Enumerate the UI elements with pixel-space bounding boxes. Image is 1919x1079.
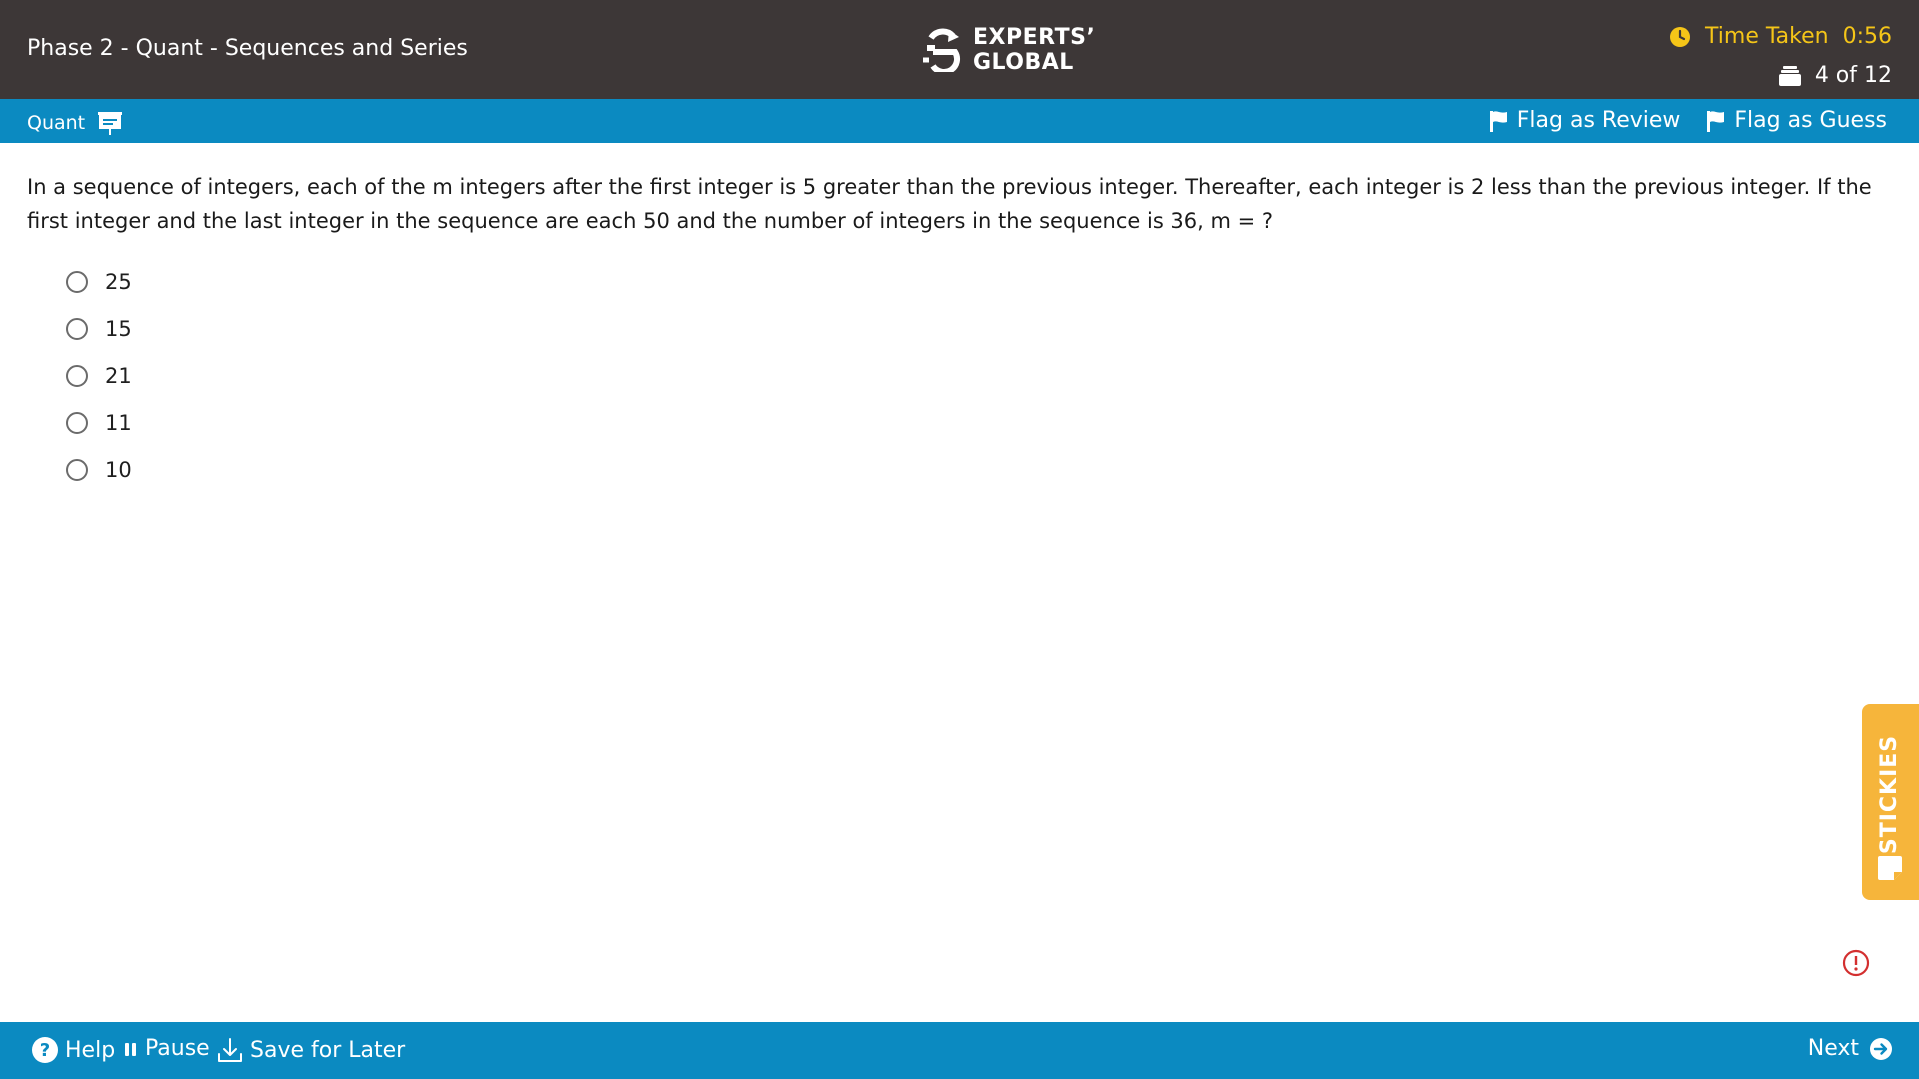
question-progress: 4 of 12 — [1778, 63, 1892, 88]
presentation-board-icon[interactable] — [97, 110, 123, 136]
answer-option[interactable]: 10 — [66, 446, 132, 493]
save-for-later-button[interactable]: Save for Later — [216, 1036, 405, 1064]
radio-button[interactable] — [66, 458, 88, 481]
timer-value: 0:56 — [1842, 24, 1892, 49]
progress-value: 4 of 12 — [1814, 63, 1892, 88]
help-button[interactable]: ? Help — [31, 1036, 115, 1064]
answer-option[interactable]: 15 — [66, 305, 132, 352]
radio-button[interactable] — [66, 270, 88, 293]
flag-as-guess-label: Flag as Guess — [1734, 108, 1887, 133]
pause-button[interactable]: Pause — [123, 1036, 210, 1061]
report-issue-icon[interactable] — [1842, 949, 1870, 977]
flag-as-review-button[interactable]: Flag as Review — [1489, 108, 1681, 133]
clock-icon — [1670, 26, 1691, 47]
answer-option[interactable]: 21 — [66, 352, 132, 399]
arrow-right-circle-icon — [1870, 1037, 1892, 1060]
answer-option[interactable]: 11 — [66, 399, 132, 446]
stickies-label: STICKIES — [1877, 734, 1903, 854]
answer-option-label: 11 — [105, 410, 132, 435]
page-title: Phase 2 - Quant - Sequences and Series — [27, 36, 468, 61]
flag-controls: Flag as Review Flag as Guess — [1463, 108, 1887, 133]
next-button[interactable]: Next — [1808, 1036, 1893, 1061]
section-label: Quant — [27, 112, 86, 134]
radio-button[interactable] — [66, 411, 88, 434]
answer-option[interactable]: 25 — [66, 258, 132, 305]
logo: EXPERTS’ GLOBAL — [921, 25, 1095, 75]
logo-text: EXPERTS’ GLOBAL — [973, 25, 1095, 75]
flag-as-review-label: Flag as Review — [1516, 108, 1681, 133]
answer-option-label: 15 — [105, 316, 132, 341]
svg-text:?: ? — [40, 1040, 50, 1061]
answer-option-label: 21 — [105, 363, 132, 388]
flag-as-guess-button[interactable]: Flag as Guess — [1706, 108, 1887, 133]
next-label: Next — [1807, 1036, 1859, 1061]
question-text: In a sequence of integers, each of the m… — [27, 175, 1872, 233]
section-indicator: Quant — [27, 110, 123, 136]
radio-button[interactable] — [66, 317, 88, 340]
timer-label: Time Taken — [1705, 24, 1829, 49]
radio-button[interactable] — [66, 364, 88, 387]
top-header: Phase 2 - Quant - Sequences and Series E… — [0, 0, 1919, 99]
pause-icon — [125, 1042, 136, 1056]
logo-line-2: GLOBAL — [973, 50, 1074, 75]
stickies-tab[interactable]: STICKIES — [1862, 704, 1919, 900]
timer: Time Taken 0:56 — [1669, 24, 1892, 49]
help-icon: ? — [32, 1037, 58, 1063]
pause-label: Pause — [145, 1036, 210, 1061]
question-stack-icon — [1778, 65, 1801, 86]
flag-icon — [1707, 110, 1725, 132]
bottom-toolbar: ? Help Pause Save for Later Next — [0, 1022, 1919, 1079]
download-icon — [218, 1038, 242, 1062]
answer-option-label: 10 — [105, 457, 132, 482]
answer-options: 25 15 21 11 10 — [66, 258, 132, 493]
answer-option-label: 25 — [105, 269, 132, 294]
sub-header: Quant Flag as Review Flag as Guess — [0, 99, 1919, 143]
stickies-label-wrap: STICKIES — [1872, 724, 1908, 864]
help-label: Help — [65, 1037, 116, 1063]
sticky-note-icon — [1878, 856, 1902, 880]
logo-line-1: EXPERTS’ — [973, 25, 1096, 50]
experts-global-logo-icon — [923, 28, 960, 72]
flag-icon — [1489, 110, 1507, 132]
save-for-later-label: Save for Later — [250, 1037, 406, 1063]
